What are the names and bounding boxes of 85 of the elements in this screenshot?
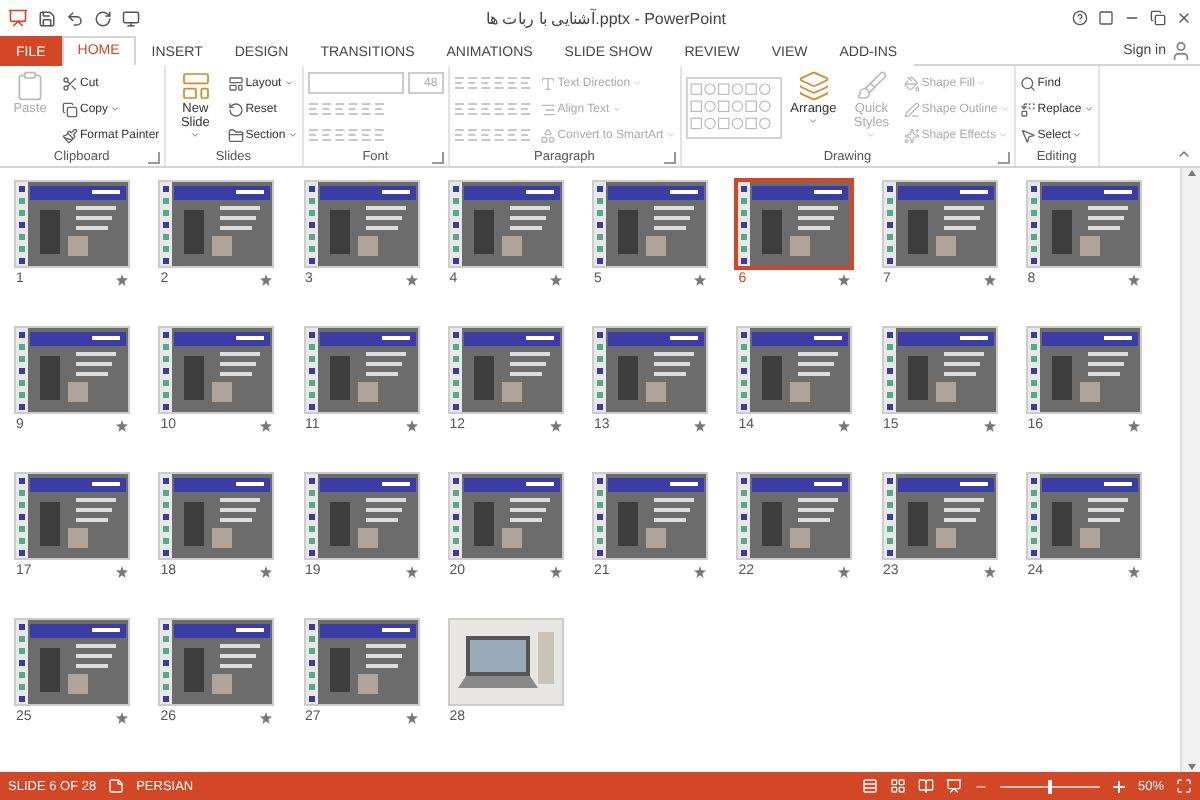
dropdown-icon [611,104,622,114]
window-title: آشنایی با ربات ها.pptx - PowerPoint [483,9,729,27]
slide-thumbnail[interactable] [305,620,417,704]
paintbrush-icon [62,127,78,143]
search-icon [1019,75,1036,91]
user-avatar-icon[interactable] [1170,39,1192,61]
help-icon[interactable] [1072,10,1088,26]
zoom-slider-thumb[interactable] [1047,779,1052,793]
arrange-icon [797,70,830,102]
clipboard-icon [14,70,46,102]
close-icon[interactable] [1176,10,1192,26]
folder-icon [227,127,244,143]
dropdown-icon [287,130,298,140]
reading-view-icon[interactable] [917,778,934,794]
sparkles-icon [903,127,920,143]
dropdown-icon [632,78,643,88]
paint-bucket-icon [903,75,920,91]
slide-thumbnail[interactable] [1027,182,1140,266]
smartart-icon [539,127,556,143]
dialog-launcher-icon[interactable] [663,152,676,164]
dropdown-icon [976,78,987,88]
copy-icon [62,101,78,117]
text-direction-icon [539,75,556,91]
dropdown-icon [110,104,121,114]
slide-thumbnail[interactable] [16,474,128,558]
dropdown-icon [1072,130,1083,140]
pointer-icon [1019,127,1036,143]
slide-thumbnail[interactable] [883,474,995,558]
dropdown-icon [1083,104,1094,114]
slide-thumbnail[interactable] [160,474,273,558]
dropdown-icon [808,116,819,126]
undo-icon[interactable] [66,9,84,27]
slide-thumbnail[interactable] [449,328,562,412]
slide-thumbnail[interactable] [594,182,706,266]
fit-to-window-icon[interactable] [1176,778,1192,794]
slide-thumbnail[interactable] [738,182,851,266]
brush-icon [855,70,888,102]
dialog-launcher-icon[interactable] [147,152,160,164]
slide-thumbnail[interactable] [449,474,562,558]
dropdown-icon [997,130,1008,140]
slide-thumbnail[interactable] [16,620,128,704]
slideshow-icon[interactable] [122,9,140,27]
redo-icon[interactable] [94,9,112,27]
slide-thumbnail[interactable] [305,182,417,266]
slide-thumbnail[interactable] [160,182,273,266]
reset-icon [227,101,244,117]
slide-thumbnail[interactable] [16,328,128,412]
collapse-ribbon-icon[interactable] [1176,146,1192,162]
slide-thumbnail[interactable] [160,620,273,704]
dropdown-icon [190,130,201,140]
scissors-icon [62,75,78,91]
app-logo-icon [8,8,28,28]
slide-sorter-icon[interactable] [889,778,906,794]
dialog-launcher-icon[interactable] [997,152,1010,164]
slide-thumbnail[interactable] [594,474,706,558]
dialog-launcher-icon[interactable] [431,152,444,164]
replace-icon [1019,101,1036,117]
slide-thumbnail[interactable] [449,620,562,704]
slide-thumbnail[interactable] [449,182,562,266]
dropdown-icon [283,78,294,88]
slide-thumbnail[interactable] [16,182,128,266]
slide-thumbnail[interactable] [305,474,417,558]
layout-icon [227,75,244,91]
align-text-icon [539,101,556,117]
slide-thumbnail[interactable] [738,474,851,558]
dropdown-icon [866,130,877,140]
slide-thumbnail[interactable] [594,328,706,412]
slide-layout-icon [179,70,212,102]
ribbon-display-icon[interactable] [1098,10,1114,26]
dropdown-icon [999,104,1010,114]
slide-thumbnail[interactable] [160,328,273,412]
slide-thumbnail[interactable] [883,182,995,266]
dropdown-icon [665,130,676,140]
restore-icon[interactable] [1150,10,1166,26]
slide-thumbnail[interactable] [1027,328,1140,412]
slide-thumbnail[interactable] [1027,474,1140,558]
pen-icon [903,101,920,117]
slide-thumbnail[interactable] [738,328,851,412]
slide-thumbnail[interactable] [883,328,995,412]
slide-thumbnail[interactable] [305,328,417,412]
notes-icon[interactable] [108,778,125,794]
normal-view-icon[interactable] [861,778,878,794]
zoom-in-icon[interactable] [1111,779,1126,793]
slideshow-view-icon[interactable] [945,778,962,794]
save-icon[interactable] [38,9,56,27]
